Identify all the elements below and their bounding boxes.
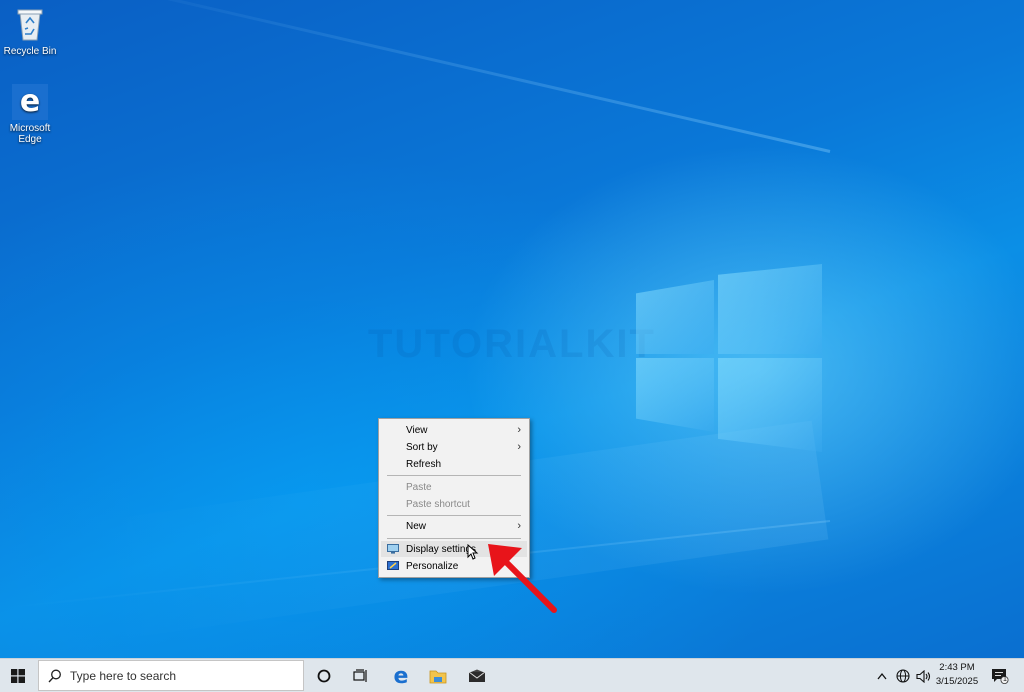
menu-item-label: Personalize — [406, 560, 459, 572]
desktop-icon-label: Recycle Bin — [3, 46, 57, 57]
annotation-arrow-icon — [488, 544, 557, 613]
menu-item-paste: Paste — [381, 479, 527, 495]
search-icon — [48, 669, 61, 682]
clock-time: 2:43 PM — [939, 662, 975, 673]
taskbar-file-explorer-button[interactable] — [426, 664, 450, 688]
menu-item-refresh[interactable]: Refresh — [381, 456, 527, 472]
taskbar-search-box[interactable]: Type here to search — [38, 660, 304, 691]
taskbar-edge-button[interactable]: e — [389, 663, 413, 689]
network-globe-icon — [896, 669, 910, 683]
search-placeholder: Type here to search — [70, 668, 177, 683]
windows-start-icon — [11, 669, 25, 683]
menu-item-label: New — [406, 520, 427, 532]
taskbar: Type here to search e 2:43 PM 3/15/2025 … — [0, 658, 1024, 692]
menu-item-label: Display settings — [406, 543, 477, 555]
edge-icon: e — [393, 663, 409, 689]
menu-item-label: Paste shortcut — [406, 498, 470, 510]
menu-item-sort-by[interactable]: Sort by › — [381, 439, 527, 455]
desktop-icon-microsoft-edge[interactable]: e Microsoft Edge — [0, 84, 62, 145]
watermark: TUTORIALKIT — [368, 322, 656, 366]
desktop[interactable]: TUTORIALKIT Recycle Bin e Microsoft Edge… — [0, 0, 1024, 658]
windows-logo-wallpaper — [636, 264, 822, 452]
menu-separator — [387, 538, 521, 539]
volume-icon — [915, 669, 930, 683]
menu-item-label: Sort by — [406, 441, 438, 453]
menu-item-label: Paste — [406, 481, 432, 493]
clock-date: 3/15/2025 — [935, 676, 979, 687]
menu-item-new[interactable]: New › — [381, 518, 527, 534]
network-button[interactable] — [893, 664, 913, 688]
chevron-right-icon: › — [517, 520, 521, 532]
task-view-icon — [353, 669, 367, 682]
start-button[interactable] — [6, 664, 30, 688]
notification-count: 1 — [1003, 676, 1007, 683]
menu-item-label: View — [406, 424, 428, 436]
taskbar-mail-button[interactable] — [465, 664, 489, 688]
desktop-icon-label: Microsoft Edge — [9, 123, 51, 145]
taskbar-clock[interactable]: 2:43 PM 3/15/2025 — [930, 661, 984, 689]
cortana-icon — [317, 669, 331, 683]
chevron-up-icon — [877, 672, 887, 680]
menu-separator — [387, 515, 521, 516]
menu-item-paste-shortcut: Paste shortcut — [381, 496, 527, 512]
file-explorer-icon — [429, 670, 447, 683]
show-hidden-icons-button[interactable] — [873, 664, 891, 688]
mouse-cursor-icon — [467, 544, 479, 560]
desktop-icon-recycle-bin[interactable]: Recycle Bin — [0, 5, 62, 57]
task-view-button[interactable] — [349, 664, 373, 688]
light-beam — [59, 0, 831, 153]
chevron-right-icon: › — [517, 441, 521, 453]
mail-icon — [468, 669, 486, 682]
recycle-bin-icon — [11, 5, 49, 43]
personalize-icon — [387, 561, 399, 570]
menu-separator — [387, 475, 521, 476]
action-center-button[interactable]: 1 — [988, 664, 1012, 688]
edge-icon: e — [12, 84, 48, 120]
display-settings-icon — [387, 544, 399, 554]
menu-item-view[interactable]: View › — [381, 422, 527, 438]
chevron-right-icon: › — [517, 424, 521, 436]
menu-item-label: Refresh — [406, 458, 442, 470]
cortana-button[interactable] — [312, 664, 336, 688]
